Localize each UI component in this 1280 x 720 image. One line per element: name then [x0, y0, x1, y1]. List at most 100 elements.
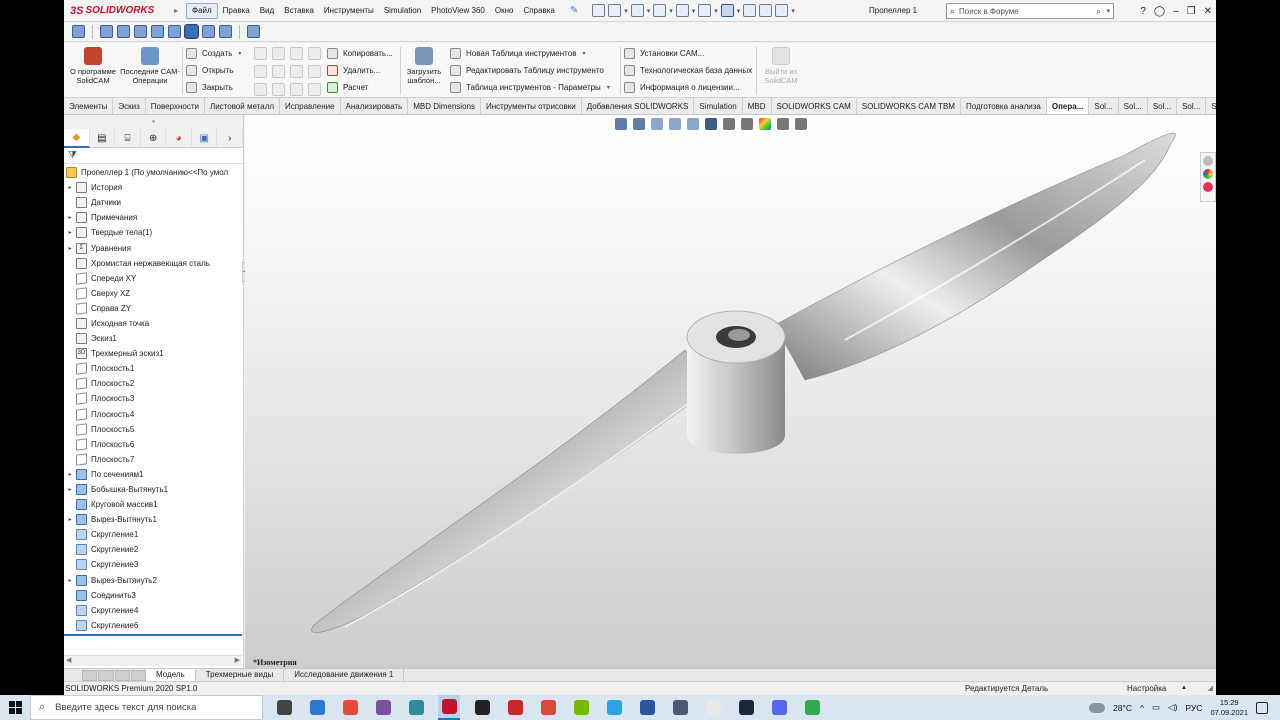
tool-table-params-button[interactable]: Таблица инструментов - Параметры ▾ — [450, 79, 610, 96]
expand-arrow-icon[interactable]: ▸ — [64, 214, 76, 221]
menu-edit[interactable]: Правка — [218, 0, 255, 22]
expand-arrow-icon[interactable]: ▸ — [64, 184, 76, 191]
volume-icon[interactable]: ◁) — [1168, 702, 1177, 713]
graphics-viewport[interactable]: *Изометрия — [245, 115, 1216, 668]
menu-file[interactable]: Файл — [186, 2, 218, 19]
options-gear-icon[interactable] — [775, 4, 789, 17]
copy-button[interactable]: Копировать... — [327, 45, 393, 62]
app-red-icon[interactable] — [537, 695, 559, 720]
tree-item[interactable]: Скругление2 — [64, 542, 243, 557]
tree-item[interactable]: Плоскость3 — [64, 391, 243, 406]
taskbar-search[interactable]: ⌕ Введите здесь текст для поиска — [30, 695, 263, 720]
tab-11[interactable]: SOLIDWORKS CAM — [772, 98, 857, 114]
clock[interactable]: 15:29 07.09.2021 — [1210, 698, 1248, 718]
tab-model[interactable]: Модель — [146, 668, 196, 682]
viber-icon[interactable] — [372, 695, 394, 720]
search-go-icon[interactable]: ⌕ — [1096, 6, 1101, 17]
language[interactable]: РУС — [1185, 703, 1202, 713]
menu-window[interactable]: Окно — [490, 0, 519, 22]
display-manager-tab-icon[interactable]: ◕ — [166, 129, 192, 148]
steam-icon[interactable] — [735, 695, 757, 720]
notifications-icon[interactable] — [1256, 701, 1268, 714]
tree-item[interactable]: Скругление6 — [64, 618, 243, 633]
tab-4[interactable]: Исправление — [280, 98, 341, 114]
tab-0[interactable]: Элементы — [64, 98, 114, 114]
tree-item[interactable]: Плоскость6 — [64, 437, 243, 452]
tab-3[interactable]: Листовой металл — [205, 98, 281, 114]
load-template-button[interactable]: Загрузить шаблон... — [404, 47, 444, 85]
solidcam-manager-tab-icon[interactable]: ▣ — [192, 129, 218, 148]
weather-cloud-icon[interactable] — [1089, 702, 1106, 713]
pin-icon[interactable]: ✎ — [570, 5, 578, 16]
menu-help[interactable]: Справка — [518, 0, 559, 22]
resize-grip-icon[interactable]: ◢ — [1208, 682, 1213, 695]
tab-5[interactable]: Анализировать — [341, 98, 409, 114]
rollback-bar[interactable] — [64, 634, 242, 636]
new-tool-table-button[interactable]: Новая Таблица инструментов ▾ — [450, 45, 610, 62]
close-button[interactable]: Закрыть — [186, 79, 241, 96]
undo-icon[interactable] — [698, 4, 712, 17]
chrome-icon[interactable] — [339, 695, 361, 720]
tray-chevron-icon[interactable]: ^ — [1140, 703, 1144, 713]
panel-grip[interactable]: ● — [64, 115, 243, 129]
tab-16[interactable]: Sol... — [1119, 98, 1148, 114]
more-tabs-icon[interactable]: › — [217, 129, 244, 148]
mail-icon[interactable] — [306, 695, 328, 720]
cam-view-4-icon[interactable] — [151, 25, 164, 38]
tech-database-button[interactable]: Технологическая база данных — [624, 62, 752, 79]
telegram-icon[interactable] — [603, 695, 625, 720]
tab-7[interactable]: Инструменты отрисовки — [481, 98, 582, 114]
property-manager-tab-icon[interactable]: ▤ — [90, 129, 116, 148]
expand-arrow-icon[interactable]: ▸ — [64, 486, 76, 493]
drive-icon[interactable] — [801, 695, 823, 720]
task-view-icon[interactable] — [273, 695, 295, 720]
menu-simulation[interactable]: Simulation — [379, 0, 426, 22]
tab-12[interactable]: SOLIDWORKS CAM TBM — [857, 98, 961, 114]
cam-brush-icon[interactable] — [247, 25, 260, 38]
menu-photoview[interactable]: PhotoView 360 — [426, 0, 490, 22]
tree-item[interactable]: Хромистая нержавеющая сталь — [64, 256, 243, 271]
word-icon[interactable] — [636, 695, 658, 720]
save-icon[interactable] — [653, 4, 667, 17]
tree-item[interactable]: Сверху XZ — [64, 286, 243, 301]
open-button[interactable]: Открыть — [186, 62, 241, 79]
select-icon[interactable] — [720, 4, 734, 17]
tab-2[interactable]: Поверхности — [146, 98, 205, 114]
tab-13[interactable]: Подготовка анализа — [961, 98, 1047, 114]
units-chevron-icon[interactable]: ▲ — [1181, 682, 1187, 695]
tab-17[interactable]: Sol... — [1148, 98, 1178, 114]
tree-item[interactable]: ▸ Твердые тела(1) — [64, 225, 243, 240]
edit-tool-table-button[interactable]: Редактировать Таблицу инструменто — [450, 62, 610, 79]
forum-search-field[interactable]: ⌕ Поиск в Форуме ⌕ ▾ — [946, 3, 1114, 19]
tree-item[interactable]: ▸ Σ Уравнения — [64, 240, 243, 255]
cam-view-8-icon[interactable] — [219, 25, 232, 38]
cam-view-1-icon[interactable] — [100, 25, 113, 38]
tree-item[interactable]: Датчики — [64, 195, 243, 210]
exit-solidcam-button[interactable]: Выйти из SolidCAM — [760, 47, 802, 85]
tab-1[interactable]: Эскиз — [113, 98, 146, 114]
filter-icon[interactable]: ⧩ — [64, 148, 243, 164]
scroll-right-icon[interactable]: ▶ — [235, 656, 240, 664]
ps-icon[interactable] — [405, 695, 427, 720]
start-button[interactable] — [0, 695, 30, 720]
tree-item[interactable]: 3D Трехмерный эскиз1 — [64, 346, 243, 361]
nx-icon[interactable] — [504, 695, 526, 720]
chevron-down-icon[interactable]: ▾ — [1106, 7, 1110, 15]
feature-manager-tab-icon[interactable]: ◆ — [64, 129, 90, 148]
license-info-button[interactable]: Информация о лицензии... — [624, 79, 752, 96]
expand-arrow-icon[interactable]: ▸ — [64, 577, 76, 584]
propeller-model[interactable] — [245, 115, 1216, 668]
dimxpert-tab-icon[interactable]: ⊕ — [141, 129, 167, 148]
tree-item[interactable]: ▸ Вырез-Вытянуть1 — [64, 512, 243, 527]
solidworks-icon[interactable] — [438, 695, 460, 720]
tab-19[interactable]: Sol... — [1206, 98, 1216, 114]
traffic-light-icon[interactable] — [743, 4, 757, 17]
tab-18[interactable]: Sol... — [1177, 98, 1207, 114]
configuration-manager-tab-icon[interactable]: ⌸ — [115, 129, 141, 148]
tree-item[interactable]: ▸ По сечениям1 — [64, 467, 243, 482]
expand-arrow-icon[interactable]: ▸ — [64, 229, 76, 236]
tree-item[interactable]: Плоскость2 — [64, 376, 243, 391]
cam-settings-button[interactable]: Установки CAM... — [624, 45, 752, 62]
tab-3d-views[interactable]: Трехмерные виды — [196, 668, 285, 682]
tree-root-part[interactable]: Пропеллер 1 (По умолчанию<<По умол — [64, 165, 243, 180]
